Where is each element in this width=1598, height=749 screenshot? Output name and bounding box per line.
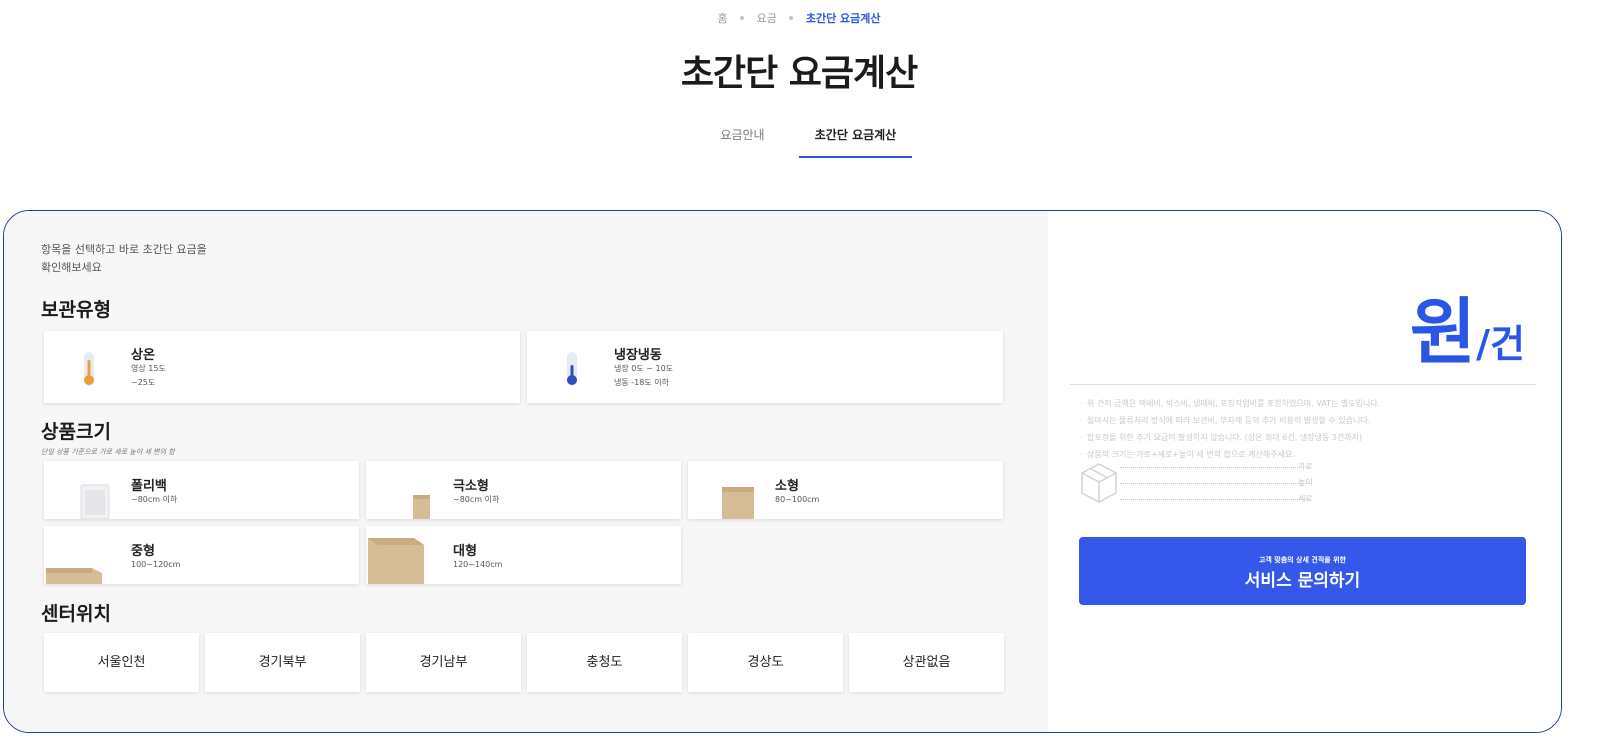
size-option-desc: 120~140cm (453, 560, 503, 569)
note-item: 합포장을 위한 추가 요금이 발생하지 않습니다. (상온 최대 6건, 냉장냉… (1080, 429, 1540, 446)
medium-box-icon (46, 568, 102, 584)
size-option-large[interactable]: 대형 120~140cm (366, 526, 681, 584)
intro-line-2: 확인해보세요 (41, 261, 102, 274)
cta-subtext: 고객 맞춤의 상세 견적을 위한 (1258, 556, 1347, 564)
storage-option-desc-line: 영상 15도 (131, 364, 166, 373)
storage-type-title: 보관유형 (41, 299, 111, 321)
center-option-gyeonggi-south[interactable]: 경기남부 (366, 633, 521, 692)
dimension-label-width: 가로 (1298, 462, 1313, 471)
dimension-line (1120, 499, 1310, 500)
tab-fee-guide[interactable]: 요금안내 (686, 116, 799, 158)
result-area: 원/건 위 견적 금액은 택배비, 박스비, 냉매비, 포장작업비를 포함하였으… (1048, 211, 1561, 732)
storage-option-refrigerated[interactable]: 냉장냉동 냉장 0도 ~ 10도 냉동 -18도 이하 (527, 331, 1003, 403)
thermometer-cold-icon (567, 352, 577, 386)
breadcrumb: 홈 요금 초간단 요금계산 (0, 10, 1598, 26)
dimension-line (1120, 467, 1310, 468)
center-option-gyeonggi-north[interactable]: 경기북부 (205, 633, 360, 692)
size-option-title: 소형 (775, 479, 799, 494)
storage-option-desc-line: 냉동 -18도 이하 (614, 378, 669, 387)
center-option-seoul-incheon[interactable]: 서울인천 (44, 633, 199, 692)
dimension-label-height: 높이 (1298, 478, 1313, 487)
breadcrumb-current: 초간단 요금계산 (805, 12, 881, 25)
center-option-any[interactable]: 상관없음 (849, 633, 1004, 692)
storage-option-desc: 영상 15도 ~25도 (131, 362, 166, 390)
tab-bar: 요금안내 초간단 요금계산 (0, 116, 1598, 158)
breadcrumb-separator (740, 16, 745, 20)
center-option-chungcheong[interactable]: 충청도 (527, 633, 682, 692)
center-location-title: 센터위치 (41, 603, 111, 625)
size-option-title: 극소형 (453, 479, 489, 494)
size-option-desc: ~80cm 이하 (453, 495, 500, 504)
product-size-title: 상품크기 (41, 421, 111, 443)
price-display: 원/건 (1410, 273, 1525, 378)
calculator-panel: 항목을 선택하고 바로 초간단 요금을 확인해보세요 보관유형 상온 영상 15… (3, 210, 1562, 733)
options-area: 항목을 선택하고 바로 초간단 요금을 확인해보세요 보관유형 상온 영상 15… (4, 211, 1048, 732)
center-option-gyeongsang[interactable]: 경상도 (688, 633, 843, 692)
size-option-extra-small[interactable]: 극소형 ~80cm 이하 (366, 461, 681, 519)
divider (1070, 384, 1536, 385)
extra-small-box-icon (413, 495, 430, 519)
intro-line-1: 항목을 선택하고 바로 초간단 요금을 (41, 243, 207, 256)
price-unit-per: /건 (1476, 322, 1525, 366)
large-box-icon (368, 538, 424, 584)
breadcrumb-fee[interactable]: 요금 (757, 10, 777, 26)
dimension-label-depth: 세로 (1298, 494, 1313, 503)
price-unit-won: 원 (1409, 290, 1477, 374)
note-item: 위 견적 금액은 택배비, 박스비, 냉매비, 포장작업비를 포함하였으며, V… (1080, 395, 1540, 412)
notes-list: 위 견적 금액은 택배비, 박스비, 냉매비, 포장작업비를 포함하였으며, V… (1080, 395, 1540, 463)
service-inquiry-button[interactable]: 고객 맞춤의 상세 견적을 위한 서비스 문의하기 (1079, 537, 1526, 605)
breadcrumb-separator (789, 16, 794, 20)
storage-option-desc-line: ~25도 (131, 378, 156, 387)
size-option-desc: 80~100cm (775, 495, 820, 504)
size-option-small[interactable]: 소형 80~100cm (688, 461, 1003, 519)
storage-option-room-temp[interactable]: 상온 영상 15도 ~25도 (44, 331, 520, 403)
tab-quick-calculator[interactable]: 초간단 요금계산 (799, 116, 912, 158)
size-option-desc: 100~120cm (131, 560, 181, 569)
size-option-medium[interactable]: 중형 100~120cm (44, 526, 359, 584)
size-option-desc: ~80cm 이하 (131, 495, 178, 504)
breadcrumb-home[interactable]: 홈 (717, 10, 727, 26)
page-title: 초간단 요금계산 (680, 53, 918, 94)
size-option-title: 폴리백 (131, 479, 167, 494)
cta-label: 서비스 문의하기 (1244, 571, 1361, 591)
product-size-note: 단일 상품 기준으로 가로 세로 높이 세 변의 합 (41, 448, 175, 456)
storage-option-title: 상온 (131, 348, 155, 363)
thermometer-warm-icon (84, 352, 94, 386)
note-item: 월마시는 물류처리 방식에 따라 보관비, 부자재 등의 추가 비용이 발생할 … (1080, 412, 1540, 429)
intro-text: 항목을 선택하고 바로 초간단 요금을 확인해보세요 (41, 241, 241, 277)
box-dimension-icon (1081, 463, 1117, 503)
dimension-line (1120, 483, 1310, 484)
storage-option-desc: 냉장 0도 ~ 10도 냉동 -18도 이하 (614, 362, 673, 390)
small-box-icon (722, 487, 754, 519)
size-option-title: 대형 (453, 544, 477, 559)
size-option-polybag[interactable]: 폴리백 ~80cm 이하 (44, 461, 359, 519)
storage-option-title: 냉장냉동 (614, 348, 662, 363)
size-option-title: 중형 (131, 544, 155, 559)
storage-option-desc-line: 냉장 0도 ~ 10도 (614, 364, 674, 373)
polybag-icon (80, 484, 110, 519)
